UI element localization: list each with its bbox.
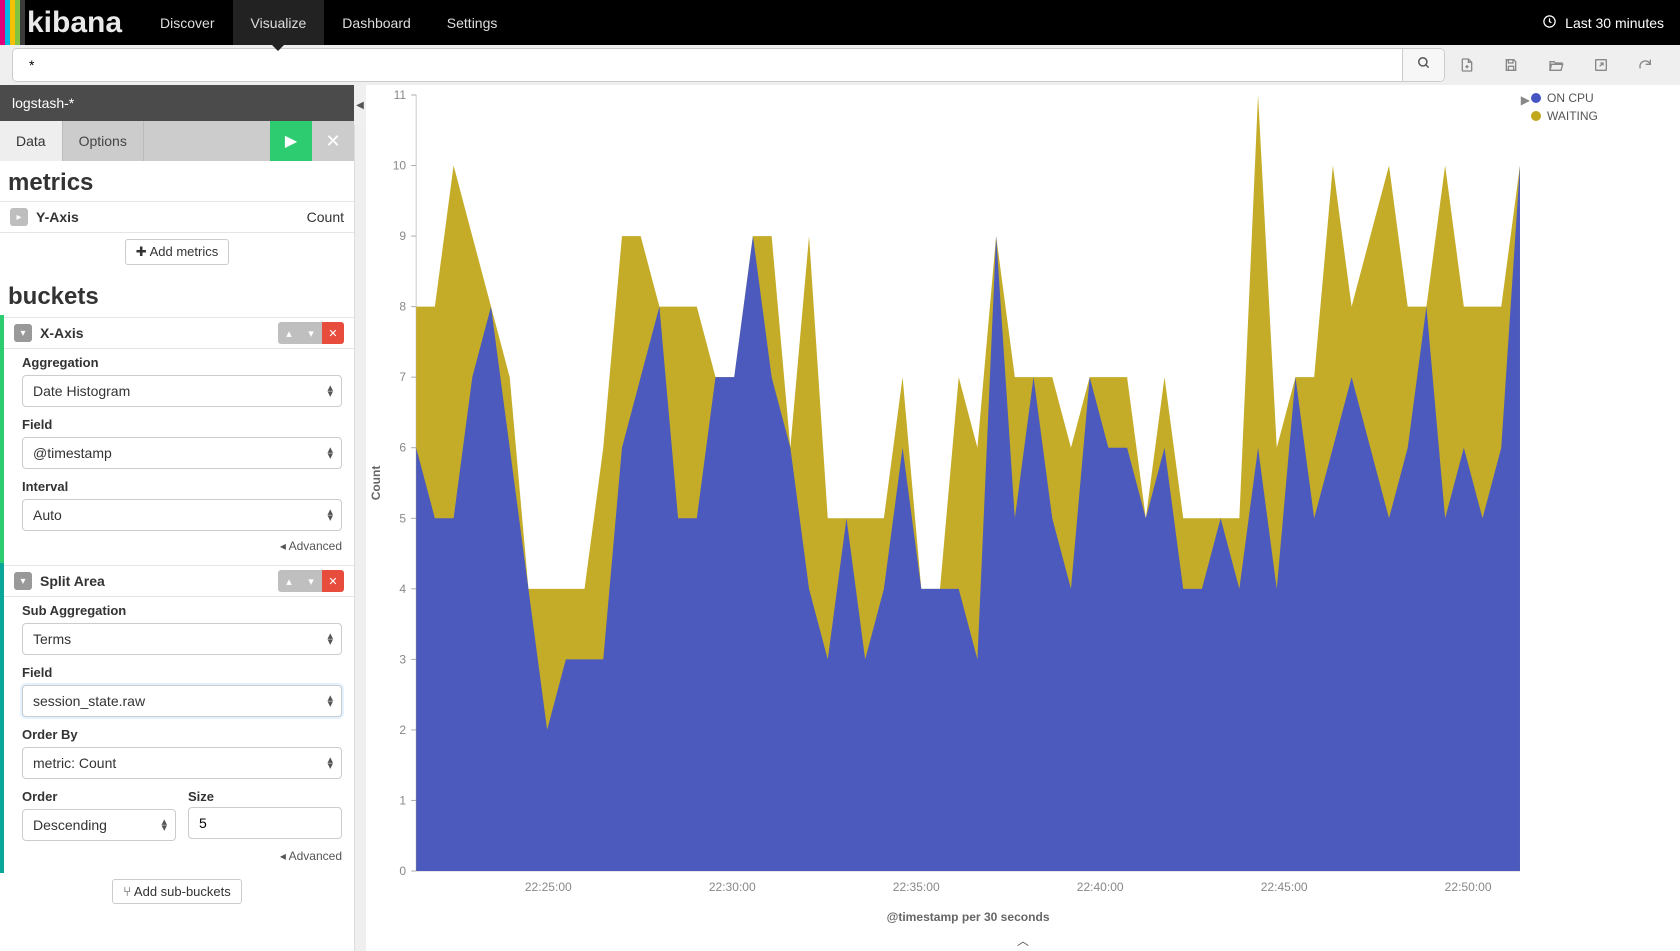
xaxis-interval-select[interactable]: Auto▴▾ [22, 499, 342, 531]
svg-text:6: 6 [399, 441, 406, 455]
sidebar-collapse-handle[interactable]: ◀ [354, 85, 366, 125]
time-picker-label: Last 30 minutes [1565, 15, 1664, 31]
legend-item-oncpu[interactable]: ON CPU [1531, 89, 1676, 107]
split-field-label: Field [4, 659, 354, 683]
brand-stripes [0, 0, 25, 45]
svg-text:22:25:00: 22:25:00 [525, 880, 572, 894]
svg-text:22:40:00: 22:40:00 [1077, 880, 1124, 894]
search-container [12, 48, 1445, 82]
move-down-icon[interactable]: ▾ [300, 570, 322, 592]
search-input[interactable] [13, 49, 1402, 81]
spy-toggle[interactable]: ︿ [1017, 932, 1029, 949]
svg-text:8: 8 [399, 300, 406, 314]
svg-text:5: 5 [399, 511, 406, 525]
svg-text:22:50:00: 22:50:00 [1445, 880, 1492, 894]
split-size-label: Size [188, 783, 342, 807]
legend-item-waiting[interactable]: WAITING [1531, 107, 1676, 125]
clock-icon [1542, 14, 1557, 32]
time-picker[interactable]: Last 30 minutes [1526, 14, 1680, 32]
nav-tab-settings[interactable]: Settings [429, 0, 516, 45]
xaxis-interval-label: Interval [4, 473, 354, 497]
discard-button[interactable]: ✕ [312, 121, 354, 161]
xaxis-agg-label: Aggregation [4, 349, 354, 373]
split-orderby-select[interactable]: metric: Count▴▾ [22, 747, 342, 779]
play-icon: ▶ [285, 131, 297, 151]
svg-text:3: 3 [399, 652, 406, 666]
svg-text:0: 0 [399, 864, 406, 878]
xaxis-field-select[interactable]: @timestamp▴▾ [22, 437, 342, 469]
split-orderby-label: Order By [4, 721, 354, 745]
remove-bucket-icon[interactable]: ✕ [322, 322, 344, 344]
legend-collapse-handle[interactable]: ▶ [1521, 93, 1530, 107]
share-icon[interactable] [1593, 57, 1609, 73]
nav-tabs: Discover Visualize Dashboard Settings [142, 0, 515, 45]
top-nav: kibana Discover Visualize Dashboard Sett… [0, 0, 1680, 45]
bucket-xaxis-block: ▾ X-Axis ▴ ▾ ✕ Aggregation Date Histogra… [0, 315, 354, 563]
bucket-split-header[interactable]: ▾ Split Area ▴ ▾ ✕ [4, 565, 354, 597]
split-subagg-label: Sub Aggregation [4, 597, 354, 621]
svg-text:22:35:00: 22:35:00 [893, 880, 940, 894]
open-icon[interactable] [1547, 57, 1565, 73]
brand-logo[interactable]: kibana [27, 6, 122, 40]
split-advanced-toggle[interactable]: ◂ Advanced [4, 845, 354, 865]
metric-yaxis-value: Count [307, 209, 344, 225]
add-sub-buckets-button[interactable]: ⑂ Add sub-buckets [112, 879, 242, 904]
buckets-heading: buckets [0, 275, 354, 315]
caret-down-icon[interactable]: ▾ [14, 572, 32, 590]
svg-text:2: 2 [399, 723, 406, 737]
metrics-heading: metrics [0, 161, 354, 201]
metric-yaxis-row[interactable]: ▸ Y-Axis Count [0, 201, 354, 233]
visualization-area: 0 1 2 3 4 5 6 7 8 9 10 11 22:25:00 22:30:00 22:35:00 22… [366, 85, 1680, 951]
svg-text:7: 7 [399, 370, 406, 384]
nav-tab-visualize[interactable]: Visualize [233, 0, 325, 45]
svg-text:@timestamp per 30 seconds: @timestamp per 30 seconds [887, 910, 1050, 924]
panel-tab-data[interactable]: Data [0, 121, 63, 161]
metric-yaxis-label: Y-Axis [36, 209, 79, 225]
split-size-input[interactable] [188, 807, 342, 839]
chart-canvas[interactable]: 0 1 2 3 4 5 6 7 8 9 10 11 22:25:00 22:30:00 22:35:00 22… [366, 85, 1530, 931]
panel-tab-options[interactable]: Options [63, 121, 144, 161]
move-down-icon[interactable]: ▾ [300, 322, 322, 344]
caret-down-icon[interactable]: ▾ [14, 324, 32, 342]
bucket-xaxis-header[interactable]: ▾ X-Axis ▴ ▾ ✕ [4, 317, 354, 349]
bucket-split-block: ▾ Split Area ▴ ▾ ✕ Sub Aggregation Terms… [0, 563, 354, 873]
add-metrics-button[interactable]: ✚ Add metrics [125, 239, 229, 265]
action-icons [1459, 57, 1668, 73]
xaxis-agg-select[interactable]: Date Histogram▴▾ [22, 375, 342, 407]
caret-right-icon[interactable]: ▸ [10, 208, 28, 226]
svg-text:22:45:00: 22:45:00 [1261, 880, 1308, 894]
xaxis-advanced-toggle[interactable]: ◂ Advanced [4, 535, 354, 555]
save-icon[interactable] [1503, 57, 1519, 73]
panel-tabs: Data Options ▶ ✕ [0, 121, 354, 161]
nav-tab-dashboard[interactable]: Dashboard [324, 0, 429, 45]
xaxis-field-label: Field [4, 411, 354, 435]
svg-text:4: 4 [399, 582, 406, 596]
legend: ON CPU WAITING [1531, 89, 1676, 125]
split-order-label: Order [22, 783, 176, 807]
move-up-icon[interactable]: ▴ [278, 570, 300, 592]
svg-text:22:30:00: 22:30:00 [709, 880, 756, 894]
svg-text:9: 9 [399, 229, 406, 243]
move-up-icon[interactable]: ▴ [278, 322, 300, 344]
refresh-icon[interactable] [1637, 57, 1653, 73]
close-icon: ✕ [325, 131, 340, 152]
search-button[interactable] [1402, 49, 1444, 81]
svg-text:11: 11 [394, 88, 407, 102]
nav-tab-discover[interactable]: Discover [142, 0, 232, 45]
apply-button[interactable]: ▶ [270, 121, 312, 161]
index-pattern-bar[interactable]: logstash-* [0, 85, 354, 121]
split-order-select[interactable]: Descending▴▾ [22, 809, 176, 841]
search-row [0, 45, 1680, 85]
svg-text:10: 10 [393, 159, 407, 173]
new-vis-icon[interactable] [1459, 57, 1475, 73]
split-field-select[interactable]: session_state.raw▴▾ [22, 685, 342, 717]
vis-editor-sidebar: logstash-* Data Options ▶ ✕ metrics ▸ Y-… [0, 85, 355, 951]
split-subagg-select[interactable]: Terms▴▾ [22, 623, 342, 655]
remove-bucket-icon[interactable]: ✕ [322, 570, 344, 592]
svg-text:1: 1 [399, 793, 406, 807]
svg-text:Count: Count [369, 466, 383, 501]
search-icon [1417, 56, 1431, 75]
